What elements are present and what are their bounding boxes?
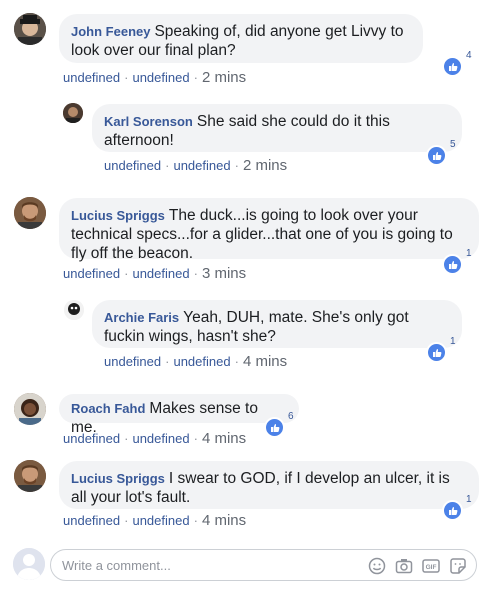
comment-link[interactable]: undefined — [173, 158, 230, 173]
comment-time[interactable]: 4 mins — [202, 430, 246, 447]
comment-bubble: Roach Fahd Makes sense to me. — [59, 394, 299, 436]
comment-author[interactable]: Karl Sorenson — [104, 114, 193, 129]
comment-meta: undefined · undefined · 4 mins — [104, 353, 288, 370]
comment-author[interactable]: Roach Fahd — [71, 401, 145, 416]
comment-time[interactable]: 2 mins — [243, 157, 287, 174]
comment-author[interactable]: Lucius Spriggs — [71, 471, 165, 486]
avatar — [13, 548, 45, 580]
camera-icon[interactable] — [394, 556, 414, 576]
comment-link[interactable]: undefined — [173, 354, 230, 369]
like-icon — [442, 56, 463, 77]
comment-bubble: Archie Faris Yeah, DUH, mate. She's only … — [92, 300, 462, 348]
reaction-count[interactable]: 5 — [426, 139, 456, 166]
comment-composer: GIF — [50, 549, 477, 581]
like-icon — [264, 417, 285, 438]
reaction-count[interactable]: 6 — [264, 411, 294, 438]
like-icon — [426, 145, 447, 166]
comment-link[interactable]: undefined — [63, 266, 120, 281]
reaction-count[interactable]: 1 — [442, 494, 472, 521]
comment-time[interactable]: 3 mins — [202, 265, 246, 282]
avatar[interactable] — [63, 103, 83, 123]
comment-link[interactable]: undefined — [63, 70, 120, 85]
avatar[interactable] — [14, 393, 46, 425]
comment-time[interactable]: 4 mins — [202, 512, 246, 529]
reaction-count[interactable]: 1 — [426, 336, 456, 363]
comment-bubble: Lucius Spriggs I swear to GOD, if I devel… — [59, 461, 479, 509]
like-icon — [442, 254, 463, 275]
comment-link[interactable]: undefined — [132, 266, 189, 281]
comment-link[interactable]: undefined — [104, 158, 161, 173]
comment-link[interactable]: undefined — [63, 431, 120, 446]
comment-meta: undefined · undefined · 2 mins — [104, 157, 288, 174]
emoji-icon[interactable] — [367, 556, 387, 576]
reaction-count[interactable]: 1 — [442, 248, 472, 275]
comment-author[interactable]: Archie Faris — [104, 310, 179, 325]
comment-bubble: Lucius Spriggs The duck...is going to loo… — [59, 198, 479, 262]
comment-bubble: John Feeney Speaking of, did anyone get L… — [59, 14, 423, 63]
avatar[interactable] — [14, 197, 46, 229]
comment-link[interactable]: undefined — [132, 513, 189, 528]
comment-meta: undefined · undefined · 2 mins — [63, 69, 247, 86]
comment-link[interactable]: undefined — [104, 354, 161, 369]
like-icon — [426, 342, 447, 363]
comment-author[interactable]: Lucius Spriggs — [71, 208, 165, 223]
comment-author[interactable]: John Feeney — [71, 24, 150, 39]
comment-link[interactable]: undefined — [63, 513, 120, 528]
reaction-count[interactable]: 4 — [442, 50, 472, 77]
comment-time[interactable]: 2 mins — [202, 69, 246, 86]
sticker-icon[interactable] — [448, 556, 468, 576]
gif-icon[interactable]: GIF — [421, 556, 441, 576]
avatar[interactable] — [14, 460, 46, 492]
svg-text:GIF: GIF — [426, 564, 437, 571]
like-icon — [442, 500, 463, 521]
comment-link[interactable]: undefined — [132, 431, 189, 446]
comment-link[interactable]: undefined — [132, 70, 189, 85]
comment-input[interactable] — [62, 556, 352, 574]
comment-bubble: Karl Sorenson She said she could do it th… — [92, 104, 462, 152]
comment-meta: undefined · undefined · 4 mins — [63, 430, 247, 447]
comment-time[interactable]: 4 mins — [243, 353, 287, 370]
avatar[interactable] — [64, 300, 84, 320]
comment-meta: undefined · undefined · 3 mins — [63, 265, 247, 282]
comment-meta: undefined · undefined · 4 mins — [63, 512, 247, 529]
avatar[interactable] — [14, 13, 46, 45]
